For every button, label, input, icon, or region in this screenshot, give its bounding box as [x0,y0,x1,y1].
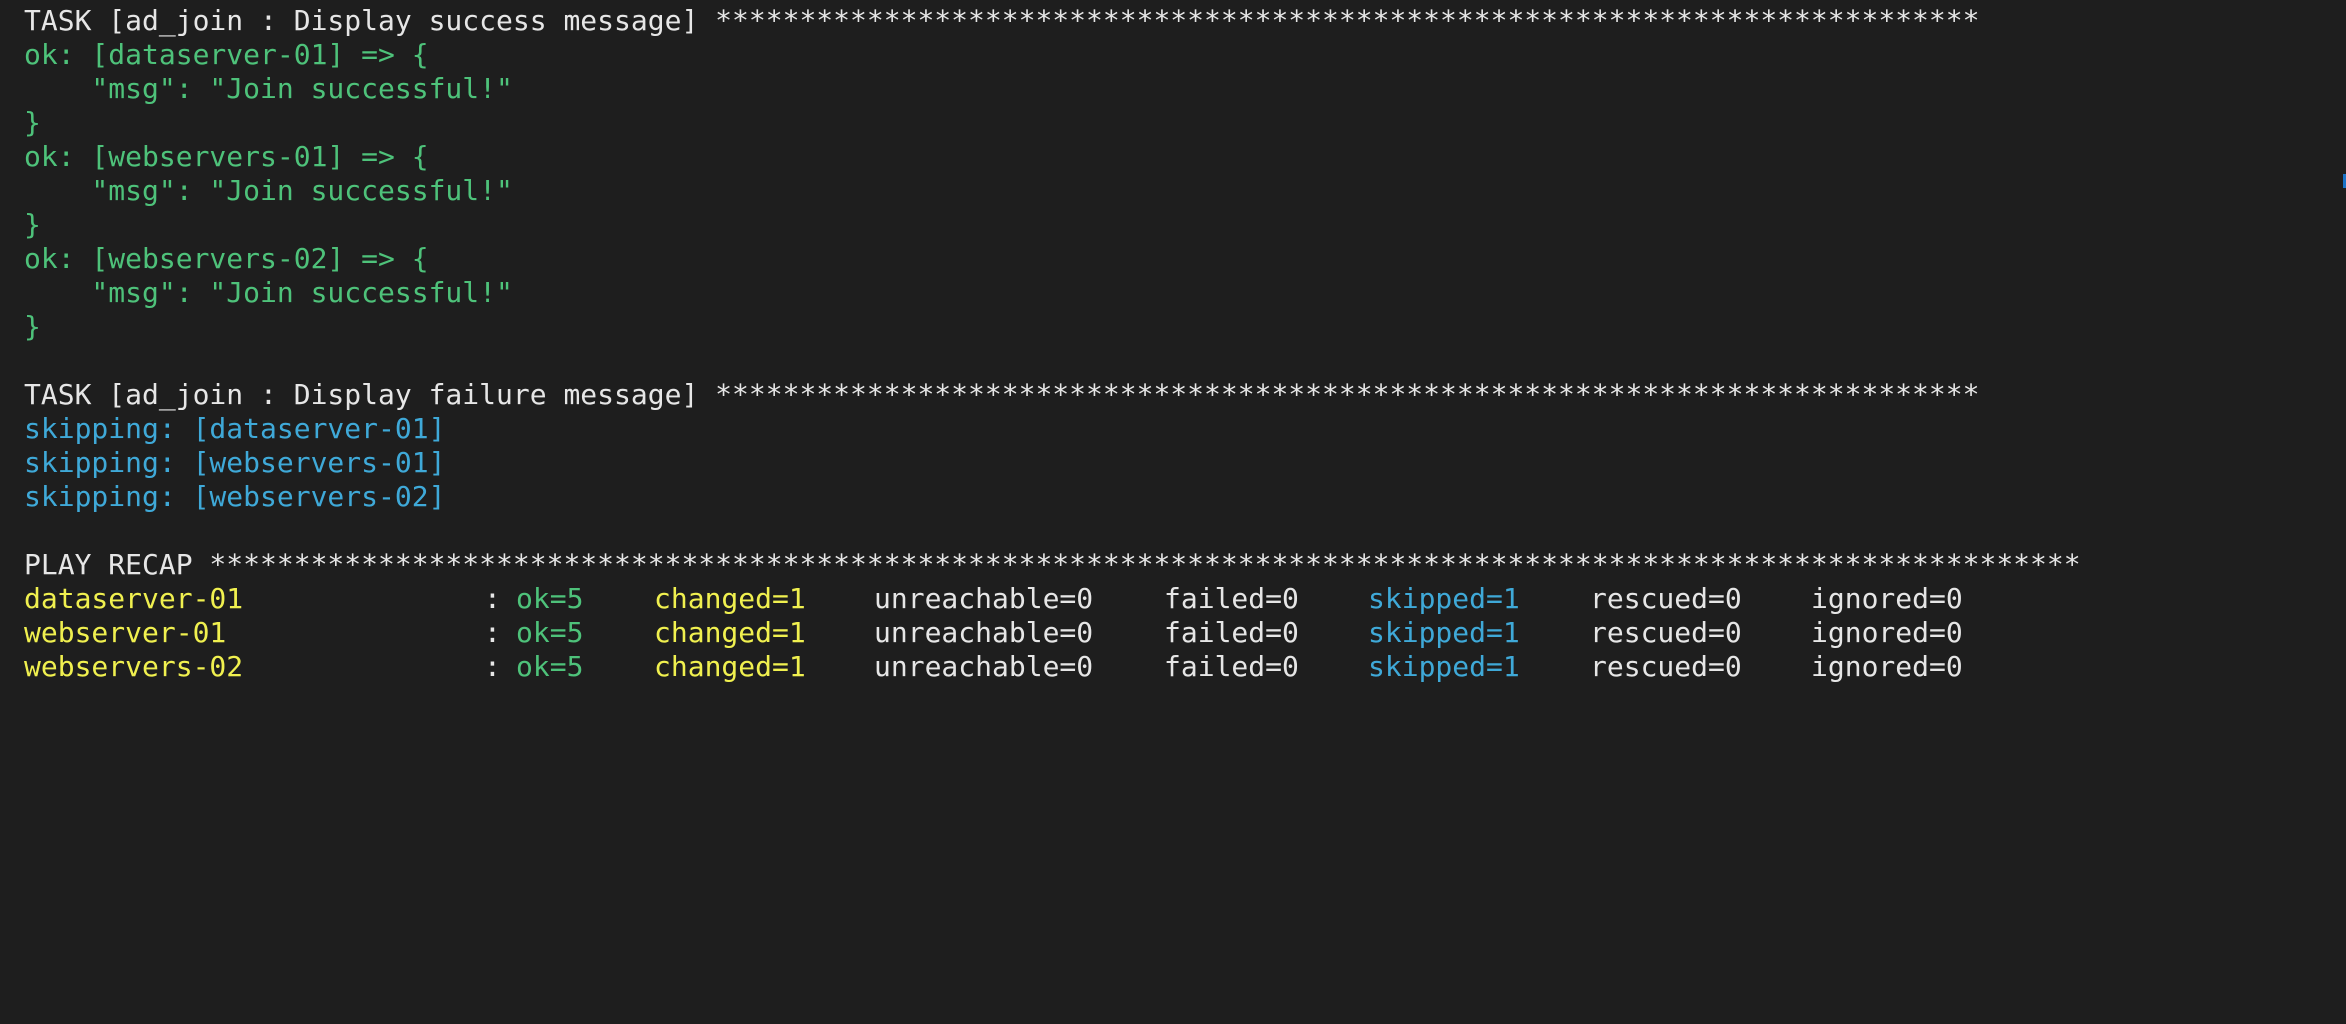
recap-host: webserver-01 [24,616,227,649]
recap-ok: ok=5 [516,650,584,683]
recap-host: webservers-02 [24,650,244,683]
recap-skipped: skipped=1 [1368,582,1520,615]
close-brace-webservers-02: } [24,310,41,343]
recap-row-webservers-02: webservers-02 : ok=5 changed=1 unreachab… [24,650,2334,684]
recap-failed: failed=0 [1164,582,1299,615]
recap-ok: ok=5 [516,616,584,649]
recap-ignored: ignored=0 [1811,616,1963,649]
recap-failed: failed=0 [1164,650,1299,683]
recap-row-dataserver-01: dataserver-01 : ok=5 changed=1 unreachab… [24,582,2334,616]
recap-rescued: rescued=0 [1590,582,1742,615]
ok-line-webservers-02: ok: [webservers-02] => { [24,242,429,275]
recap-unreachable: unreachable=0 [874,582,1094,615]
task-header-success: TASK [ad_join : Display success message]… [24,4,1980,37]
recap-row-webserver-01: webserver-01 : ok=5 changed=1 unreachabl… [24,616,2334,650]
msg-line-dataserver-01: "msg": "Join successful!" [24,72,513,105]
task-header-failure: TASK [ad_join : Display failure message]… [24,378,1980,411]
recap-changed: changed=1 [654,616,806,649]
recap-ok: ok=5 [516,582,584,615]
msg-line-webservers-02: "msg": "Join successful!" [24,276,513,309]
recap-failed: failed=0 [1164,616,1299,649]
recap-changed: changed=1 [654,650,806,683]
terminal-output: TASK [ad_join : Display success message]… [24,4,2334,684]
close-brace-dataserver-01: } [24,106,41,139]
recap-colon: : [484,582,501,615]
ok-line-dataserver-01: ok: [dataserver-01] => { [24,38,429,71]
recap-rescued: rescued=0 [1590,616,1742,649]
recap-colon: : [484,650,501,683]
recap-unreachable: unreachable=0 [874,650,1094,683]
recap-host: dataserver-01 [24,582,244,615]
skip-line-webservers-01: skipping: [webservers-01] [24,446,446,479]
close-brace-webservers-01: } [24,208,41,241]
recap-changed: changed=1 [654,582,806,615]
recap-ignored: ignored=0 [1811,650,1963,683]
recap-colon: : [484,616,501,649]
skip-line-webservers-02: skipping: [webservers-02] [24,480,446,513]
msg-line-webservers-01: "msg": "Join successful!" [24,174,513,207]
recap-skipped: skipped=1 [1368,650,1520,683]
recap-skipped: skipped=1 [1368,616,1520,649]
recap-ignored: ignored=0 [1811,582,1963,615]
skip-line-dataserver-01: skipping: [dataserver-01] [24,412,446,445]
ok-line-webservers-01: ok: [webservers-01] => { [24,140,429,173]
play-recap-header: PLAY RECAP *****************************… [24,548,2081,581]
recap-unreachable: unreachable=0 [874,616,1094,649]
recap-rescued: rescued=0 [1590,650,1742,683]
